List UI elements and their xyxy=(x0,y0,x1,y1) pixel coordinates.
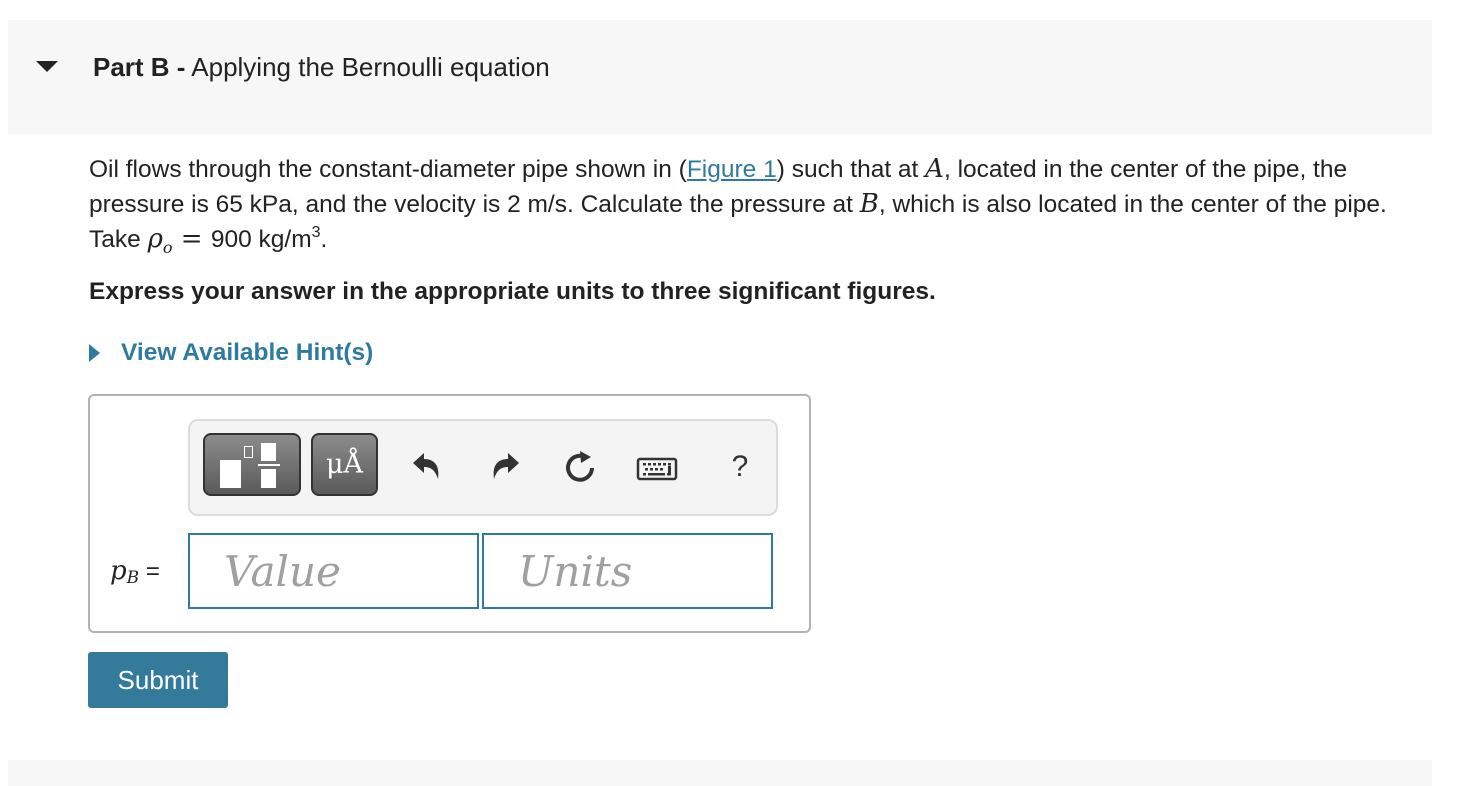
part-title: Part B - Applying the Bernoulli equation xyxy=(93,52,550,82)
view-hints-toggle[interactable]: View Available Hint(s) xyxy=(89,338,373,368)
point-b: B xyxy=(859,189,879,219)
density-exponent: 3 xyxy=(311,224,321,241)
equals-sign: = xyxy=(172,224,211,254)
variable-subscript: B xyxy=(126,568,140,588)
part-name: Applying the Bernoulli equation xyxy=(191,52,550,82)
math-toolbar: μÅ ? xyxy=(188,419,778,516)
figure-link[interactable]: Figure 1 xyxy=(687,156,777,183)
answer-variable-label: pB = xyxy=(110,556,160,588)
problem-text: Oil flows through the constant-diameter … xyxy=(89,156,687,183)
help-button[interactable]: ? xyxy=(720,447,760,487)
problem-statement: Oil flows through the constant-diameter … xyxy=(89,152,1439,265)
submit-button[interactable]: Submit xyxy=(88,652,228,708)
density-value: 900 kg/m xyxy=(210,226,312,253)
redo-icon[interactable] xyxy=(485,448,525,488)
rho-symbol: ρo xyxy=(147,224,173,258)
answer-box: μÅ ? pB = xyxy=(88,394,811,633)
keyboard-icon[interactable] xyxy=(636,448,678,488)
point-a: A xyxy=(925,154,944,184)
variable-symbol: p xyxy=(110,556,127,586)
problem-text: ) such that at xyxy=(776,156,926,183)
next-part-header[interactable] xyxy=(8,760,1432,786)
units-input[interactable] xyxy=(482,533,773,609)
undo-icon[interactable] xyxy=(407,448,447,488)
hints-label: View Available Hint(s) xyxy=(121,339,374,366)
units-button[interactable]: μÅ xyxy=(311,433,378,496)
units-icon: μÅ xyxy=(325,449,364,480)
equals-label: = xyxy=(145,558,160,585)
instruction: Express your answer in the appropriate u… xyxy=(89,278,936,305)
collapse-caret-icon[interactable] xyxy=(36,61,58,72)
templates-button[interactable] xyxy=(203,433,301,496)
reset-icon[interactable] xyxy=(560,448,600,488)
value-input[interactable] xyxy=(188,533,479,609)
period: . xyxy=(320,226,328,253)
expand-caret-icon xyxy=(89,344,100,362)
part-label: Part B - xyxy=(93,52,186,82)
